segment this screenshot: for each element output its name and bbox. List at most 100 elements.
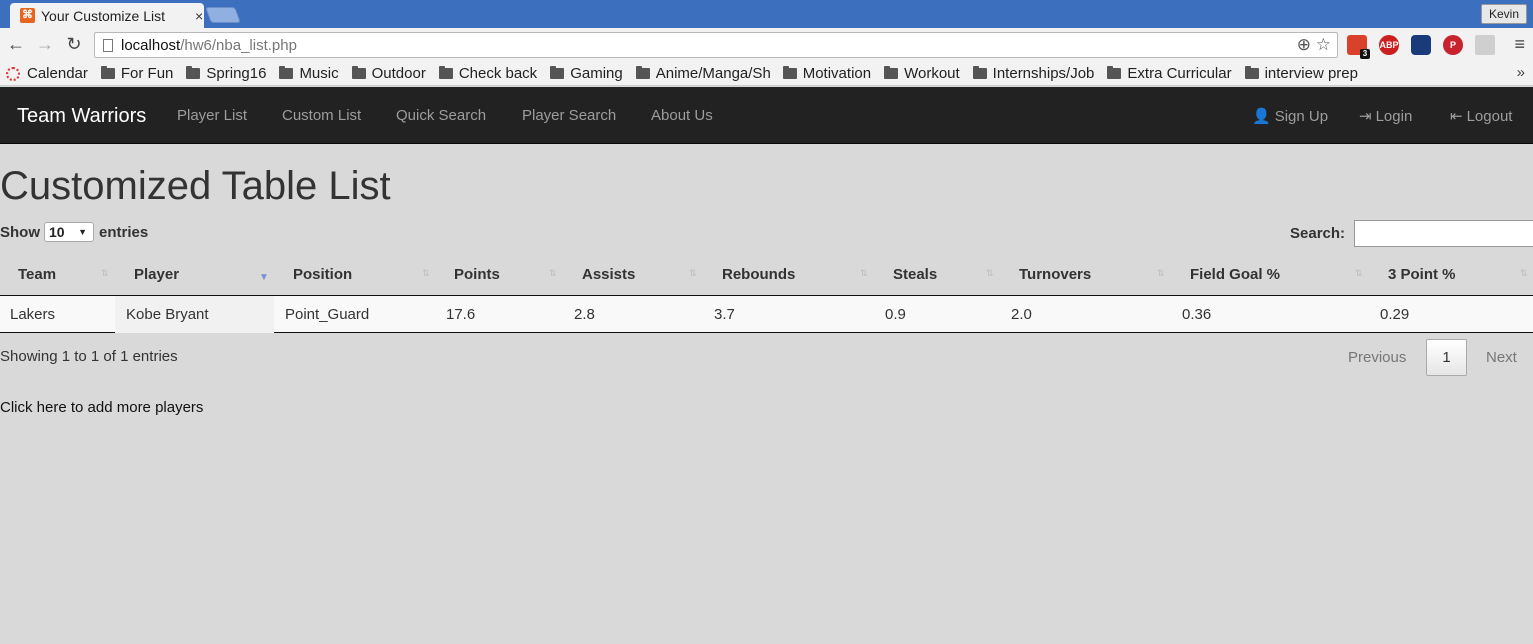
todoist-extension-icon[interactable]: 3 [1347,35,1370,59]
cell-rebounds: 3.7 [714,306,735,323]
tab-close-icon[interactable]: × [195,8,203,24]
nav-quick-search[interactable]: Quick Search [396,107,486,124]
bookmark-folder[interactable]: Outdoor [351,65,426,82]
entries-label: entries [99,223,149,241]
sort-icon: ⇅ [101,268,109,278]
nav-player-search[interactable]: Player Search [522,107,616,124]
sort-icon: ⇅ [860,268,868,278]
folder-icon [1107,66,1122,79]
column-header-turnovers[interactable]: Turnovers [1019,266,1091,283]
logout-label: Logout [1466,107,1513,125]
column-header-steals[interactable]: Steals [893,266,937,283]
nav-login[interactable]: ⇥ Login [1359,107,1413,126]
calendar-icon [6,66,20,81]
login-icon: ⇥ [1359,108,1372,125]
url-path: /hw6/nba_list.php [180,36,297,54]
login-label: Login [1375,107,1413,125]
bookmark-folder[interactable]: Internships/Job [972,65,1094,82]
bookmark-label: Outdoor [371,65,426,82]
pinterest-icon[interactable]: P [1443,35,1463,55]
menu-icon[interactable]: ≡ [1514,34,1525,55]
bookmark-folder[interactable]: Check back [438,65,538,82]
column-header-player[interactable]: Player [134,266,179,283]
nav-player-list[interactable]: Player List [177,107,247,124]
site-navbar: Team Warriors Player List Custom List Qu… [0,87,1533,144]
bookmark-label: Spring16 [206,65,267,82]
cell-player: Kobe Bryant [126,306,209,323]
folder-icon [635,66,650,79]
bookmark-label: Music [299,65,339,82]
back-icon[interactable]: ← [5,34,27,55]
cell-assists: 2.8 [574,306,595,323]
bookmark-label: Check back [458,65,538,82]
search-input[interactable] [1354,220,1533,247]
bookmark-folder[interactable]: Music [279,65,339,82]
bookmark-folder[interactable]: Motivation [782,65,871,82]
sort-icon: ⇅ [1157,268,1165,278]
url-host: localhost [121,36,181,54]
bookmarks-bar: Calendar For Fun Spring16 Music Outdoor … [0,62,1533,86]
table-header: Team ⇅ Player ▼ Position ⇅ Points ⇅ Assi… [0,255,1533,296]
column-header-three-point[interactable]: 3 Point % [1388,266,1456,283]
cell-steals: 0.9 [885,306,906,323]
cell-team: Lakers [10,306,56,323]
cell-three-point: 0.29 [1380,306,1410,323]
sort-asc-icon: ▼ [259,272,269,283]
column-header-field-goal[interactable]: Field Goal % [1190,266,1280,283]
nav-logout[interactable]: ⇤ Logout [1450,107,1513,126]
folder-icon [972,66,987,79]
bookmark-label: For Fun [120,65,174,82]
extension-icon[interactable] [1475,35,1495,55]
cell-position: Point_Guard [285,306,370,323]
column-header-position[interactable]: Position [293,266,352,283]
bookmark-label: Workout [904,65,960,82]
bookmark-label: Calendar [27,65,88,82]
new-tab-button[interactable] [205,7,241,23]
pagination-next[interactable]: Next [1486,349,1517,366]
folder-icon [186,66,201,79]
navbar-brand[interactable]: Team Warriors [17,105,146,128]
sort-icon: ⇅ [422,268,430,278]
table-row: Lakers Kobe Bryant Point_Guard 17.6 2.8 … [0,296,1533,333]
sort-icon: ⇅ [549,268,557,278]
cloud-extension-icon[interactable] [1411,35,1431,55]
bookmark-calendar[interactable]: Calendar [6,65,88,82]
nav-about-us[interactable]: About Us [651,107,713,124]
pagination-page-1[interactable]: 1 [1426,339,1467,376]
nav-custom-list[interactable]: Custom List [282,107,361,124]
bookmark-folder[interactable]: Anime/Manga/Sh [635,65,770,82]
bookmark-folder[interactable]: Spring16 [186,65,266,82]
adblock-plus-icon[interactable]: ABP [1379,35,1399,55]
tab-title: Your Customize List [41,7,165,24]
user-icon: 👤 [1252,108,1271,125]
forward-icon[interactable]: → [34,34,56,55]
nav-sign-up[interactable]: 👤 Sign Up [1252,107,1328,126]
todoist-badge: 3 [1360,49,1370,59]
page-icon [103,38,113,52]
column-header-rebounds[interactable]: Rebounds [722,266,795,283]
profile-button[interactable]: Kevin [1481,4,1527,24]
zoom-star-icons[interactable]: ⊕ ☆ [1297,35,1331,55]
bookmark-folder[interactable]: Workout [884,65,960,82]
entries-select[interactable]: 10 ▼ [44,222,94,242]
folder-icon [438,66,453,79]
browser-tab[interactable]: ⌘ Your Customize List × [10,3,204,28]
bookmark-folder[interactable]: For Fun [100,65,174,82]
address-bar[interactable]: localhost /hw6/nba_list.php ⊕ ☆ [94,32,1338,58]
bookmark-folder[interactable]: Extra Curricular [1107,65,1232,82]
entries-select-value: 10 [49,224,65,240]
chevron-down-icon: ▼ [78,227,87,237]
column-header-points[interactable]: Points [454,266,500,283]
bookmark-label: Anime/Manga/Sh [655,65,770,82]
pagination-previous[interactable]: Previous [1348,349,1406,366]
column-header-team[interactable]: Team [18,266,56,283]
folder-icon [100,66,115,79]
bookmark-folder[interactable]: interview prep [1244,65,1358,82]
more-bookmarks-icon[interactable]: » [1517,64,1525,81]
column-header-assists[interactable]: Assists [582,266,635,283]
add-players-link[interactable]: Click here to add more players [0,399,203,416]
sort-icon: ⇅ [1520,268,1528,278]
bookmark-folder[interactable]: Gaming [550,65,623,82]
reload-icon[interactable]: ↻ [63,34,85,55]
folder-icon [550,66,565,79]
